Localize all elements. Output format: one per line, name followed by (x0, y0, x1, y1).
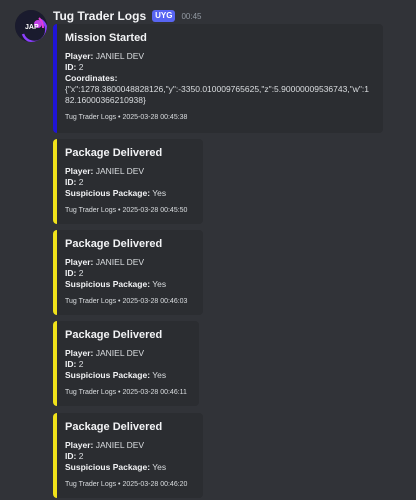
embed-footer: Tug Trader Logs • 2025-03-28 00:46:20 (65, 481, 188, 488)
field-value: JANIEL DEV (95, 257, 145, 267)
avatar[interactable]: JAP (15, 10, 47, 42)
field-label: ID: (65, 268, 77, 278)
field-label: Player: (65, 257, 94, 267)
embed-package-delivered: Package Delivered Player: JANIEL DEV ID:… (53, 413, 203, 498)
field-label: Suspicious Package: (65, 279, 151, 289)
field-label: ID: (65, 62, 77, 72)
field-label: Coordinates: (65, 73, 118, 83)
field-value: JANIEL DEV (95, 348, 145, 358)
field-player: Player: JANIEL DEV (65, 51, 373, 62)
field-value: Yes (152, 370, 167, 380)
embed-title: Package Delivered (65, 238, 163, 250)
field-suspicious-package: Suspicious Package: Yes (65, 279, 193, 290)
field-label: Suspicious Package: (65, 188, 151, 198)
field-value: 2 (78, 177, 84, 187)
svg-text:JAP: JAP (25, 24, 39, 31)
embed-footer: Tug Trader Logs • 2025-03-28 00:45:50 (65, 207, 188, 214)
embed-title: Package Delivered (65, 421, 163, 433)
embed-footer: Tug Trader Logs • 2025-03-28 00:45:38 (65, 114, 188, 121)
field-label: Player: (65, 348, 94, 358)
field-coordinates: Coordinates: {"x":1278.3800048828126,"y"… (65, 73, 373, 106)
field-value: 2 (78, 62, 84, 72)
field-value: 2 (78, 359, 84, 369)
embed-title: Package Delivered (65, 329, 163, 341)
field-value: Yes (152, 462, 167, 472)
field-value: {"x":1278.3800048828126,"y":-3350.010009… (65, 84, 369, 105)
field-id: ID: 2 (65, 451, 193, 462)
bot-logo-icon: JAP (15, 10, 47, 42)
field-label: ID: (65, 451, 77, 461)
field-id: ID: 2 (65, 177, 193, 188)
field-player: Player: JANIEL DEV (65, 440, 193, 451)
field-player: Player: JANIEL DEV (65, 348, 189, 359)
field-value: 2 (78, 451, 84, 461)
field-value: Yes (152, 188, 167, 198)
embed-package-delivered: Package Delivered Player: JANIEL DEV ID:… (53, 139, 203, 224)
field-label: Player: (65, 51, 94, 61)
field-suspicious-package: Suspicious Package: Yes (65, 370, 189, 381)
field-label: Suspicious Package: (65, 462, 151, 472)
field-player: Player: JANIEL DEV (65, 257, 193, 268)
message: JAP Tug Trader Logs UYG 00:45 Mission St… (0, 0, 416, 500)
field-id: ID: 2 (65, 62, 373, 73)
field-id: ID: 2 (65, 268, 193, 279)
message-header: Tug Trader Logs UYG 00:45 (53, 9, 202, 23)
embed-footer: Tug Trader Logs • 2025-03-28 00:46:03 (65, 298, 188, 305)
field-value: Yes (152, 279, 167, 289)
embed-mission-started: Mission Started Player: JANIEL DEV ID: 2… (53, 24, 383, 133)
field-label: Suspicious Package: (65, 370, 151, 380)
embed-package-delivered: Package Delivered Player: JANIEL DEV ID:… (53, 321, 199, 406)
field-label: ID: (65, 177, 77, 187)
field-suspicious-package: Suspicious Package: Yes (65, 462, 193, 473)
field-suspicious-package: Suspicious Package: Yes (65, 188, 193, 199)
username[interactable]: Tug Trader Logs (53, 9, 146, 23)
field-label: Player: (65, 166, 94, 176)
message-timestamp[interactable]: 00:45 (181, 12, 201, 21)
field-player: Player: JANIEL DEV (65, 166, 193, 177)
embed-title: Package Delivered (65, 147, 163, 159)
field-value: 2 (78, 268, 84, 278)
embed-title: Mission Started (65, 32, 147, 44)
field-label: ID: (65, 359, 77, 369)
embed-footer: Tug Trader Logs • 2025-03-28 00:46:11 (65, 389, 187, 396)
field-id: ID: 2 (65, 359, 189, 370)
embed-package-delivered: Package Delivered Player: JANIEL DEV ID:… (53, 230, 203, 315)
field-value: JANIEL DEV (95, 51, 145, 61)
field-label: Player: (65, 440, 94, 450)
field-value: JANIEL DEV (95, 166, 145, 176)
field-value: JANIEL DEV (95, 440, 145, 450)
app-badge: UYG (152, 10, 176, 22)
